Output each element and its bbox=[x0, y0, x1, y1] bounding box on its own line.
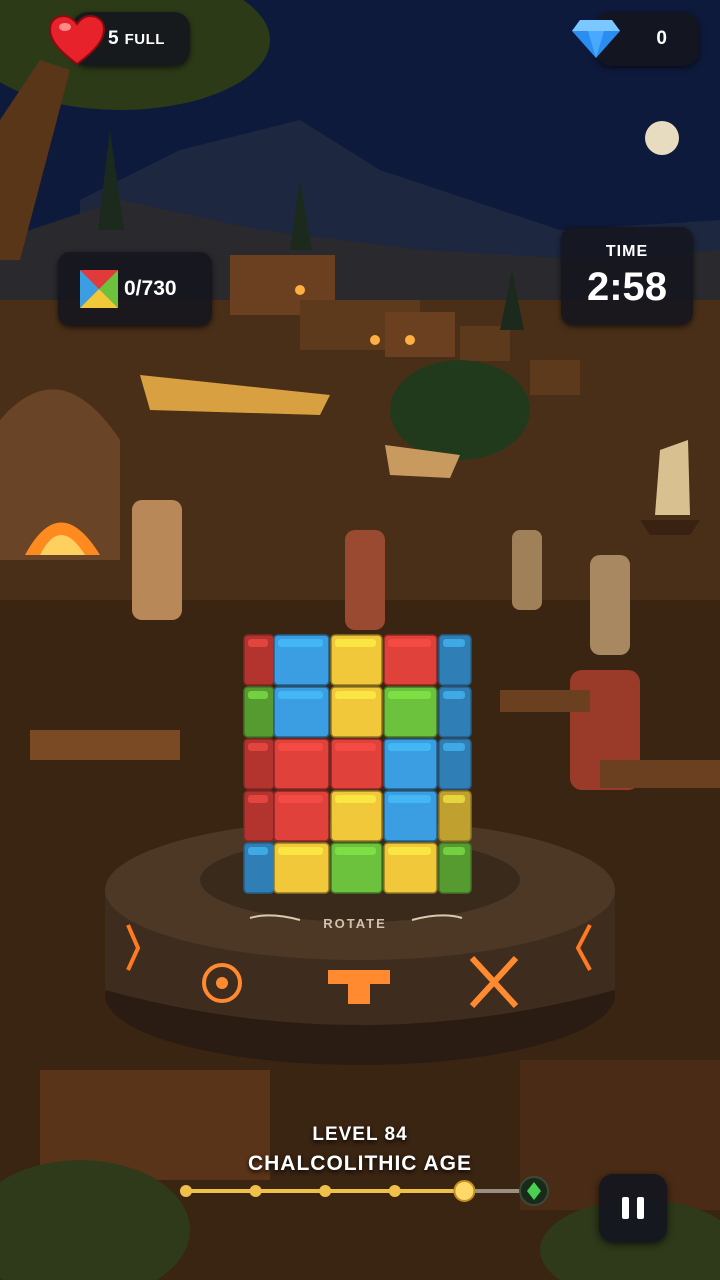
block-highlight bbox=[278, 847, 323, 855]
block-highlight bbox=[248, 847, 268, 855]
rotate-label: ROTATE bbox=[323, 916, 387, 931]
block-highlight bbox=[335, 847, 376, 855]
gems-count: 0 bbox=[656, 28, 667, 49]
block-highlight bbox=[335, 691, 376, 699]
block-highlight bbox=[335, 795, 376, 803]
pause-icon-bar bbox=[637, 1197, 644, 1219]
block-highlight bbox=[443, 691, 465, 699]
block-highlight bbox=[278, 743, 323, 751]
pause-icon bbox=[622, 1197, 629, 1219]
block-highlight bbox=[388, 847, 431, 855]
progress-text: 0/730 bbox=[124, 277, 177, 300]
block-highlight bbox=[443, 795, 465, 803]
time-label: TIME bbox=[605, 242, 649, 260]
diamond-icon bbox=[572, 20, 620, 58]
lives-count: 5 bbox=[108, 28, 119, 49]
timer-panel: TIME 2:58 bbox=[561, 227, 693, 325]
block-highlight bbox=[248, 795, 268, 803]
level-number: LEVEL 84 bbox=[312, 1124, 408, 1145]
block-highlight bbox=[443, 639, 465, 647]
puzzle-cylinder[interactable] bbox=[0, 0, 720, 1280]
block-highlight bbox=[388, 795, 431, 803]
current-milestone bbox=[453, 1180, 476, 1202]
block-highlight bbox=[248, 743, 268, 751]
milestone-dot bbox=[180, 1185, 192, 1197]
heart-icon bbox=[48, 14, 106, 66]
lives-status: FULL bbox=[124, 30, 165, 48]
milestone-dot bbox=[249, 1185, 262, 1197]
block-grid bbox=[243, 634, 472, 894]
block-highlight bbox=[278, 691, 323, 699]
block-highlight bbox=[278, 795, 323, 803]
block-highlight bbox=[388, 639, 431, 647]
block-highlight bbox=[443, 743, 465, 751]
block-highlight bbox=[248, 691, 268, 699]
block-highlight bbox=[248, 639, 268, 647]
block-highlight bbox=[335, 639, 376, 647]
block-highlight bbox=[443, 847, 465, 855]
block-highlight bbox=[388, 743, 431, 751]
block-highlight bbox=[388, 691, 431, 699]
pause-button[interactable] bbox=[599, 1174, 667, 1242]
milestone-dot bbox=[319, 1185, 332, 1197]
block-highlight bbox=[278, 639, 323, 647]
time-value: 2:58 bbox=[586, 264, 668, 309]
milestone-dot bbox=[388, 1185, 401, 1197]
block-highlight bbox=[335, 743, 376, 751]
color-cube-icon bbox=[80, 270, 118, 308]
